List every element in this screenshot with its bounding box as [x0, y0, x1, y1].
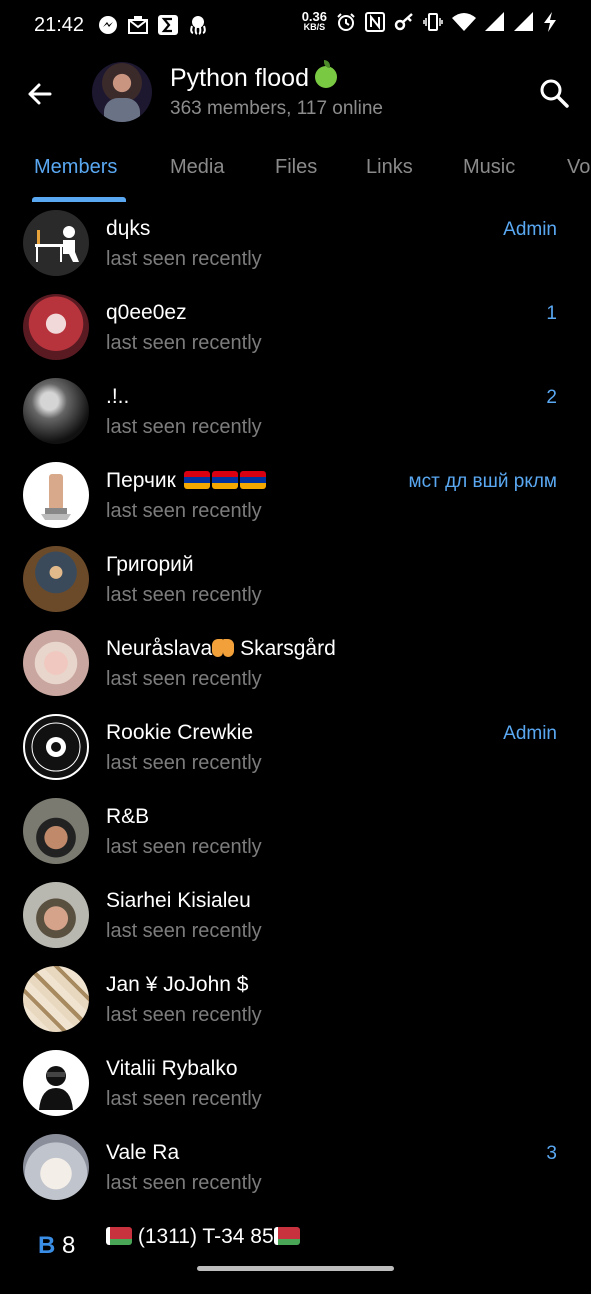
- tab-links[interactable]: Links: [366, 156, 413, 179]
- armenia-flag-icon: [211, 471, 238, 489]
- member-name: Перчик: [106, 469, 266, 493]
- avatar-number: 8: [62, 1232, 76, 1259]
- member-status: last seen recently: [106, 1004, 262, 1026]
- messenger-icon: [98, 14, 118, 36]
- avatar: [23, 210, 89, 276]
- list-item[interactable]: B 8 (1311) T-34 85: [0, 1210, 591, 1294]
- avatar: [23, 1134, 89, 1200]
- octopus-icon: [188, 14, 208, 36]
- member-name: Siarhei Kisialeu: [106, 889, 251, 912]
- list-item[interactable]: Григорий last seen recently: [0, 538, 591, 622]
- avatar: [23, 1050, 89, 1116]
- member-badge: 2: [546, 387, 557, 408]
- signal-icon-2: [514, 12, 533, 31]
- tab-music[interactable]: Music: [463, 156, 515, 179]
- tab-files[interactable]: Files: [275, 156, 317, 179]
- chat-header: Python flood 363 members, 117 online: [0, 52, 591, 136]
- tab-voice[interactable]: Vo: [567, 156, 590, 179]
- member-name: R&B: [106, 805, 150, 828]
- member-name: Григорий: [106, 553, 194, 576]
- member-name: Vale Ra: [106, 1141, 180, 1164]
- tab-members[interactable]: Members: [34, 156, 117, 179]
- tab-bar: Members Media Files Links Music Vo: [0, 140, 591, 202]
- charging-icon: [544, 12, 556, 32]
- key-icon: [394, 13, 413, 31]
- network-speed: 0.36 KB/S: [301, 9, 327, 32]
- butterfly-icon: [212, 639, 235, 657]
- list-item[interactable]: .!.. last seen recently 2: [0, 370, 591, 454]
- member-status: last seen recently: [106, 332, 262, 354]
- belarus-flag-icon: [273, 1227, 300, 1245]
- list-item[interactable]: dɥks last seen recently Admin: [0, 202, 591, 286]
- sigma-icon: [158, 14, 178, 36]
- green-apple-icon: [315, 60, 337, 88]
- group-avatar[interactable]: [92, 62, 152, 122]
- armenia-flag-icon: [239, 471, 266, 489]
- avatar: [23, 546, 89, 612]
- member-name: Vitalii Rybalko: [106, 1057, 238, 1080]
- group-subtitle: 363 members, 117 online: [170, 98, 383, 119]
- list-item[interactable]: Siarhei Kisialeu last seen recently: [0, 874, 591, 958]
- member-name: Rookie Crewkie: [106, 721, 254, 744]
- group-title[interactable]: Python flood: [170, 60, 337, 93]
- list-item[interactable]: q0ee0ez last seen recently 1: [0, 286, 591, 370]
- member-status: last seen recently: [106, 500, 262, 522]
- member-status: last seen recently: [106, 920, 262, 942]
- member-name: dɥks: [106, 217, 151, 240]
- tab-media[interactable]: Media: [170, 156, 224, 179]
- back-button[interactable]: [22, 76, 58, 112]
- member-status: last seen recently: [106, 836, 262, 858]
- member-status: last seen recently: [106, 416, 262, 438]
- member-badge: 1: [546, 303, 557, 324]
- mail-icon: [128, 14, 148, 36]
- member-status: last seen recently: [106, 1088, 262, 1110]
- armenia-flag-icon: [183, 471, 210, 489]
- avatar: [23, 798, 89, 864]
- member-status: last seen recently: [106, 668, 262, 690]
- avatar: [23, 714, 89, 780]
- arrow-left-icon: [28, 83, 52, 105]
- belarus-flag-icon: [106, 1227, 132, 1245]
- member-badge: мст дл вшй рклм: [408, 471, 557, 492]
- member-name: Jan ¥ JoJohn $: [106, 973, 249, 996]
- search-icon: [540, 79, 569, 108]
- avatar-letter: B: [38, 1232, 56, 1259]
- avatar: [23, 966, 89, 1032]
- member-name: Neuråslava Skarsgård: [106, 637, 336, 660]
- wifi-icon: [452, 13, 476, 31]
- member-name: q0ee0ez: [106, 301, 187, 324]
- avatar: [23, 462, 89, 528]
- status-time: 21:42: [34, 14, 85, 36]
- vibrate-icon: [423, 13, 443, 31]
- alarm-icon: [337, 13, 355, 31]
- avatar: [23, 378, 89, 444]
- member-name: .!..: [106, 385, 130, 408]
- avatar: [23, 630, 89, 696]
- search-button[interactable]: [537, 76, 571, 110]
- member-badge: Admin: [503, 723, 557, 744]
- signal-icon: [485, 12, 504, 31]
- list-item[interactable]: Jan ¥ JoJohn $ last seen recently: [0, 958, 591, 1042]
- member-badge: 3: [546, 1143, 557, 1164]
- nfc-icon: [365, 12, 385, 32]
- avatar: [23, 294, 89, 360]
- list-item[interactable]: Vale Ra last seen recently 3: [0, 1126, 591, 1210]
- avatar: [23, 882, 89, 948]
- home-indicator[interactable]: [197, 1266, 394, 1271]
- member-status: last seen recently: [106, 752, 262, 774]
- list-item[interactable]: Vitalii Rybalko last seen recently: [0, 1042, 591, 1126]
- member-status: last seen recently: [106, 584, 262, 606]
- member-status: last seen recently: [106, 1172, 262, 1194]
- status-bar: 21:42 0.36 KB/S: [0, 0, 591, 52]
- list-item[interactable]: Neuråslava Skarsgård last seen recently: [0, 622, 591, 706]
- list-item[interactable]: Перчик last seen recently мст дл вшй ркл…: [0, 454, 591, 538]
- member-status: last seen recently: [106, 248, 262, 270]
- list-item[interactable]: Rookie Crewkie last seen recently Admin: [0, 706, 591, 790]
- list-item[interactable]: R&B last seen recently: [0, 790, 591, 874]
- member-badge: Admin: [503, 219, 557, 240]
- member-name: (1311) T-34 85: [106, 1225, 300, 1249]
